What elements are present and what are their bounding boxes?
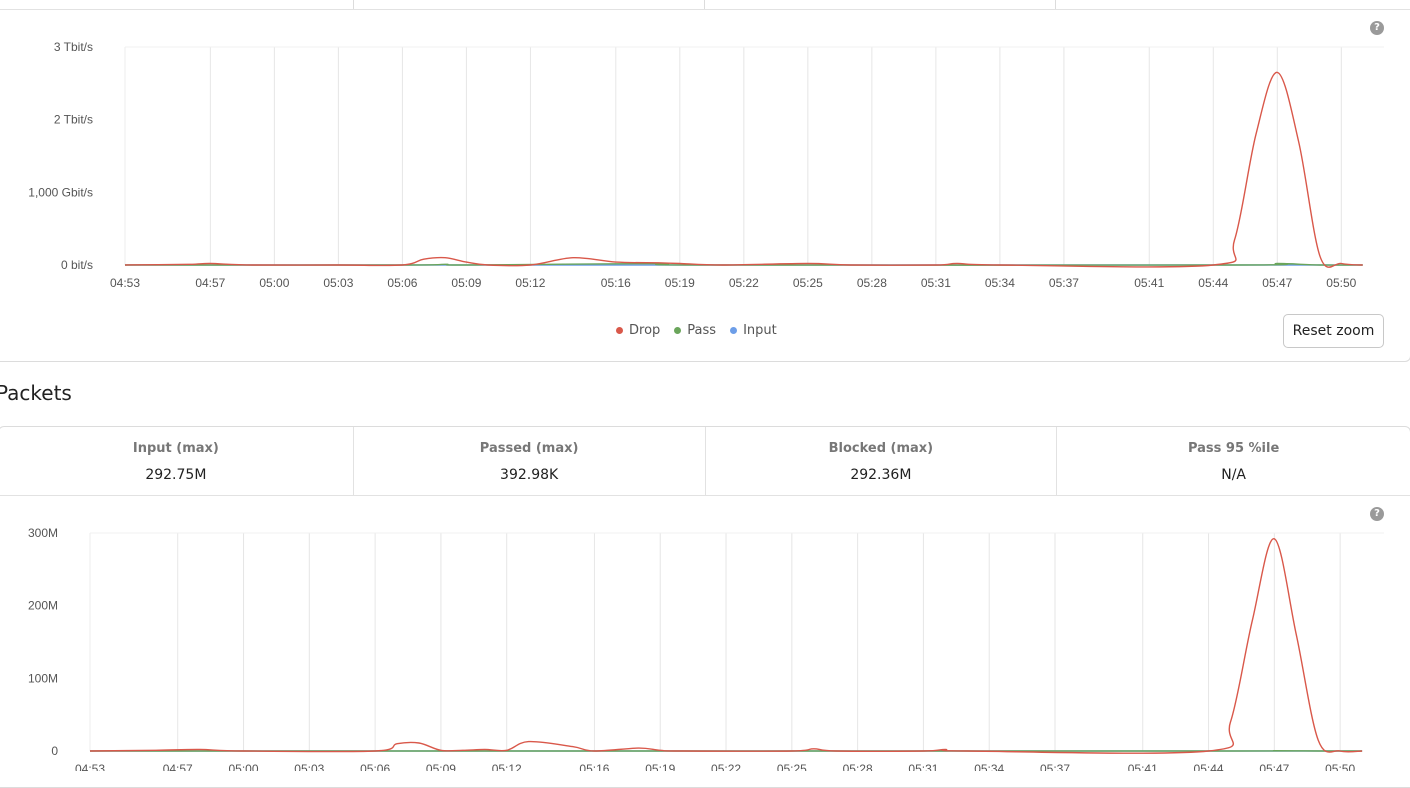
legend-marker bbox=[730, 327, 737, 334]
x-tick-label: 05:50 bbox=[1325, 762, 1355, 771]
stat-divider bbox=[353, 0, 354, 9]
packets-stats-row: Input (max) 292.75M Passed (max) 392.98K… bbox=[0, 427, 1410, 496]
x-tick-label: 04:53 bbox=[110, 276, 140, 290]
y-tick-label: 3 Tbit/s bbox=[54, 40, 93, 54]
stat-input-max: Input (max) 292.75M bbox=[0, 427, 354, 495]
legend-item-pass[interactable]: Pass bbox=[674, 323, 716, 338]
stat-label: Pass 95 %ile bbox=[1057, 441, 1410, 456]
stat-value: 392.98K bbox=[354, 467, 705, 483]
stat-divider bbox=[1055, 0, 1056, 9]
x-axis-ticks: 04:53 04:57 05:00 05:03 05:06 05:09 05:12 05:16… bbox=[75, 762, 1355, 771]
x-tick-label: 05:28 bbox=[843, 762, 873, 771]
y-tick-label: 300M bbox=[28, 526, 58, 540]
x-tick-label: 05:37 bbox=[1049, 276, 1079, 290]
x-tick-label: 05:41 bbox=[1134, 276, 1164, 290]
y-tick-label: 1,000 Gbit/s bbox=[28, 185, 93, 199]
x-tick-label: 05:28 bbox=[857, 276, 887, 290]
x-tick-label: 05:31 bbox=[908, 762, 938, 771]
x-tick-label: 05:00 bbox=[259, 276, 289, 290]
packets-line-chart[interactable]: 0100M200M300M 04:5304:5705:0005:0305:060… bbox=[0, 522, 1410, 771]
x-tick-label: 05:16 bbox=[579, 762, 609, 771]
legend-label: Pass bbox=[687, 323, 716, 338]
x-tick-label: 05:16 bbox=[601, 276, 631, 290]
legend-label: Drop bbox=[629, 323, 660, 338]
x-tick-label: 05:47 bbox=[1262, 276, 1292, 290]
x-tick-label: 05:12 bbox=[515, 276, 545, 290]
x-tick-label: 05:37 bbox=[1040, 762, 1070, 771]
x-tick-label: 05:41 bbox=[1128, 762, 1158, 771]
y-tick-label: 100M bbox=[28, 671, 58, 685]
x-axis-ticks: 04:53 04:57 05:00 05:03 05:06 05:09 05:12 05:16… bbox=[110, 276, 1357, 290]
x-tick-label: 05:00 bbox=[229, 762, 259, 771]
stat-value: 292.75M bbox=[0, 467, 353, 483]
stat-label: Blocked (max) bbox=[706, 441, 1057, 456]
x-tick-label: 05:19 bbox=[665, 276, 695, 290]
y-tick-label: 0 bbox=[51, 744, 58, 758]
legend-marker bbox=[616, 327, 623, 334]
y-axis-ticks: 0 100M 200M 300M bbox=[28, 526, 58, 758]
x-tick-label: 05:12 bbox=[492, 762, 522, 771]
x-tick-label: 05:44 bbox=[1198, 276, 1228, 290]
stat-value: N/A bbox=[1057, 467, 1410, 483]
x-tick-label: 05:22 bbox=[711, 762, 741, 771]
reset-zoom-button[interactable]: Reset zoom bbox=[1283, 314, 1384, 348]
x-tick-label: 05:31 bbox=[921, 276, 951, 290]
x-tick-label: 05:22 bbox=[729, 276, 759, 290]
y-tick-label: 200M bbox=[28, 599, 58, 613]
x-tick-label: 05:03 bbox=[294, 762, 324, 771]
chart-grid bbox=[90, 533, 1384, 751]
x-tick-label: 05:09 bbox=[426, 762, 456, 771]
x-tick-label: 05:34 bbox=[985, 276, 1015, 290]
x-tick-label: 05:50 bbox=[1326, 276, 1356, 290]
x-tick-label: 05:06 bbox=[387, 276, 417, 290]
chart-legend: Drop Pass Input bbox=[616, 323, 777, 338]
x-tick-label: 05:25 bbox=[793, 276, 823, 290]
legend-item-input[interactable]: Input bbox=[730, 323, 777, 338]
stats-row-bottom-border bbox=[0, 9, 1410, 10]
stat-pass-95-percentile: Pass 95 %ile N/A bbox=[1057, 427, 1410, 495]
legend-label: Input bbox=[743, 323, 777, 338]
x-tick-label: 04:53 bbox=[75, 762, 105, 771]
stat-label: Passed (max) bbox=[354, 441, 705, 456]
stat-divider bbox=[704, 0, 705, 9]
chart-grid bbox=[125, 47, 1384, 265]
x-tick-label: 05:06 bbox=[360, 762, 390, 771]
x-tick-label: 05:47 bbox=[1259, 762, 1289, 771]
bandwidth-line-chart[interactable]: 0 bit/s 1,000 Gbit/s 2 Tbit/s 3 Tbit/s 04:5… bbox=[0, 36, 1410, 298]
stat-label: Input (max) bbox=[0, 441, 353, 456]
x-tick-label: 05:25 bbox=[777, 762, 807, 771]
legend-item-drop[interactable]: Drop bbox=[616, 323, 660, 338]
y-tick-label: 2 Tbit/s bbox=[54, 113, 93, 127]
x-tick-label: 05:03 bbox=[323, 276, 353, 290]
question-circle-icon[interactable]: ? bbox=[1370, 21, 1384, 35]
stat-passed-max: Passed (max) 392.98K bbox=[354, 427, 706, 495]
legend-marker bbox=[674, 327, 681, 334]
y-axis-ticks: 0 bit/s 1,000 Gbit/s 2 Tbit/s 3 Tbit/s bbox=[28, 40, 93, 272]
x-tick-label: 05:34 bbox=[974, 762, 1004, 771]
x-tick-label: 05:19 bbox=[645, 762, 675, 771]
question-circle-icon[interactable]: ? bbox=[1370, 507, 1384, 521]
x-tick-label: 04:57 bbox=[195, 276, 225, 290]
x-tick-label: 05:44 bbox=[1194, 762, 1224, 771]
x-tick-label: 05:09 bbox=[451, 276, 481, 290]
x-tick-label: 04:57 bbox=[163, 762, 193, 771]
stat-blocked-max: Blocked (max) 292.36M bbox=[706, 427, 1058, 495]
section-title: Packets bbox=[0, 381, 72, 405]
stat-value: 292.36M bbox=[706, 467, 1057, 483]
y-tick-label: 0 bit/s bbox=[61, 258, 93, 272]
